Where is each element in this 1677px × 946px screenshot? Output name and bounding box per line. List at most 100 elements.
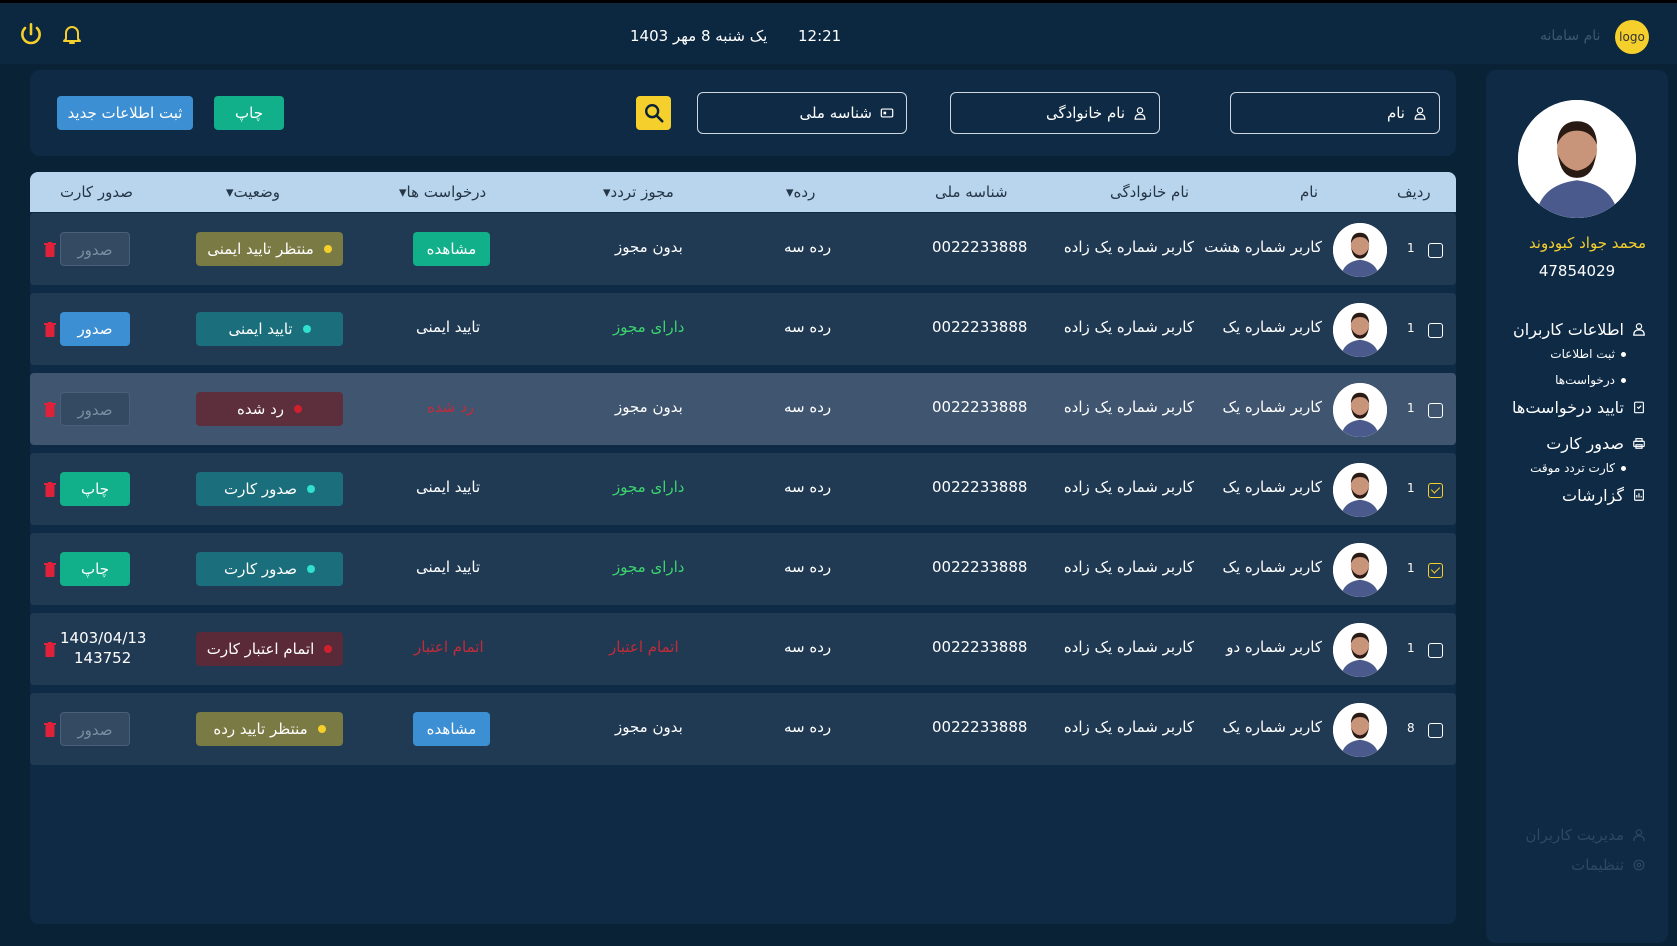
print-card-button[interactable]: چاپ <box>60 472 130 506</box>
row-name: کاربر شماره یک <box>1222 398 1322 416</box>
status-label: اتمام اعتبار کارت <box>206 640 315 658</box>
report-icon <box>1634 489 1644 501</box>
card-expiry-date: 1403/04/13 <box>60 629 147 647</box>
user-icon <box>1633 323 1645 336</box>
sidebar-bottom-menu: مدیریت کاربران تنظیمات <box>1525 820 1646 880</box>
header-family: نام خانوادگی <box>1110 183 1190 201</box>
header-status-filter[interactable]: ▾وضعیت <box>226 183 280 201</box>
view-button[interactable]: مشاهده <box>413 712 490 746</box>
sidebar-subitem-temp-card[interactable]: کارت تردد موقت <box>1486 458 1646 478</box>
row-avatar <box>1333 463 1387 517</box>
table-row[interactable]: 8 کاربر شماره یک کاربر شماره یک زاده 002… <box>30 693 1456 765</box>
sidebar-menu: اطلاعات کاربران ثبت اطلاعات درخواست‌ها ت… <box>1486 318 1646 510</box>
row-permit: بدون مجوز <box>615 398 683 416</box>
last-name-placeholder: نام خانوادگی <box>1045 104 1125 122</box>
print-button[interactable]: چاپ <box>214 96 284 130</box>
row-permit: بدون مجوز <box>615 718 683 736</box>
status-label: صدور کارت <box>224 560 297 578</box>
new-record-button[interactable]: ثبت اطلاعات جدید <box>57 96 193 130</box>
row-avatar <box>1333 623 1387 677</box>
table-row[interactable]: 1 کاربر شماره یک کاربر شماره یک زاده 002… <box>30 293 1456 365</box>
status-label: تایید ایمنی <box>228 320 293 338</box>
row-family: کاربر شماره یک زاده <box>1063 398 1194 416</box>
users-table: ردیف نام نام خانوادگی شناسه ملی ▾رده ▾مج… <box>30 172 1456 924</box>
sidebar-item-settings[interactable]: تنظیمات <box>1525 850 1646 880</box>
user-icon <box>1414 107 1426 120</box>
row-avatar <box>1333 383 1387 437</box>
row-request: اتمام اعتبار <box>414 638 484 656</box>
row-checkbox[interactable] <box>1428 243 1443 258</box>
status-label: صدور کارت <box>224 480 297 498</box>
row-number: 1 <box>1407 481 1415 495</box>
table-row[interactable]: 1 کاربر شماره یک کاربر شماره یک زاده 002… <box>30 533 1456 605</box>
bell-icon[interactable] <box>60 21 84 47</box>
row-name: کاربر شماره دو <box>1226 638 1322 656</box>
status-badge: منتظر تایید رده <box>196 712 343 746</box>
clipboard-icon <box>1634 401 1644 414</box>
trash-icon[interactable] <box>44 322 56 337</box>
row-nid: 0022233888 <box>932 558 1028 576</box>
header-permit-filter[interactable]: ▾مجوز تردد <box>603 183 674 201</box>
sidebar-item-card-issue[interactable]: صدور کارت <box>1486 432 1646 454</box>
issue-button[interactable]: صدور <box>60 312 130 346</box>
header-permit: مجوز تردد <box>610 183 674 201</box>
table-header: ردیف نام نام خانوادگی شناسه ملی ▾رده ▾مج… <box>30 172 1456 212</box>
trash-icon[interactable] <box>44 642 56 657</box>
header-level-filter[interactable]: ▾رده <box>786 183 815 201</box>
system-name: نام سامانه <box>1540 28 1601 44</box>
user-icon <box>1134 107 1146 120</box>
row-request: تایید ایمنی <box>416 478 481 496</box>
row-nid: 0022233888 <box>932 718 1028 736</box>
header-card: صدور کارت <box>60 183 133 201</box>
row-permit: دارای مجوز <box>613 478 685 496</box>
row-checkbox[interactable] <box>1428 403 1443 418</box>
national-id-field[interactable]: شناسه ملی <box>697 92 907 134</box>
header-requests-filter[interactable]: ▾درخواست ها <box>399 183 486 201</box>
search-button[interactable] <box>636 96 671 130</box>
sidebar-subitem-register[interactable]: ثبت اطلاعات <box>1486 344 1646 364</box>
trash-icon[interactable] <box>44 562 56 577</box>
trash-icon[interactable] <box>44 242 56 257</box>
row-family: کاربر شماره یک زاده <box>1063 558 1194 576</box>
issue-button[interactable]: صدور <box>60 392 130 426</box>
row-name: کاربر شماره یک <box>1222 718 1322 736</box>
first-name-field[interactable]: نام <box>1230 92 1440 134</box>
last-name-field[interactable]: نام خانوادگی <box>950 92 1160 134</box>
header-status: وضعیت <box>233 183 281 201</box>
row-family: کاربر شماره یک زاده <box>1063 318 1194 336</box>
row-checkbox[interactable] <box>1428 563 1443 578</box>
row-level: رده سه <box>784 558 832 576</box>
row-checkbox[interactable] <box>1428 723 1443 738</box>
sidebar-subitem-requests[interactable]: درخواست‌ها <box>1486 370 1646 390</box>
trash-icon[interactable] <box>44 482 56 497</box>
row-level: رده سه <box>784 638 832 656</box>
table-row[interactable]: 1 کاربر شماره یک کاربر شماره یک زاده 002… <box>30 453 1456 525</box>
print-card-button[interactable]: چاپ <box>60 552 130 586</box>
sidebar-item-users-info[interactable]: اطلاعات کاربران <box>1486 318 1646 340</box>
row-family: کاربر شماره یک زاده <box>1063 718 1194 736</box>
sidebar-item-reports[interactable]: گزارشات <box>1486 484 1646 506</box>
issue-button[interactable]: صدور <box>60 712 130 746</box>
row-level: رده سه <box>784 238 832 256</box>
sidebar-subitem-label: ثبت اطلاعات <box>1550 347 1615 361</box>
sidebar-item-approve-requests[interactable]: تایید درخواست‌ها <box>1486 396 1646 418</box>
view-button[interactable]: مشاهده <box>413 232 490 266</box>
logo: logo <box>1615 20 1649 54</box>
current-time: 12:21 <box>798 27 842 45</box>
row-level: رده سه <box>784 478 832 496</box>
table-row[interactable]: 1 کاربر شماره یک کاربر شماره یک زاده 002… <box>30 373 1456 445</box>
sidebar-item-user-management[interactable]: مدیریت کاربران <box>1525 820 1646 850</box>
trash-icon[interactable] <box>44 402 56 417</box>
row-checkbox[interactable] <box>1428 323 1443 338</box>
row-request: تایید ایمنی <box>416 318 481 336</box>
power-icon[interactable] <box>18 21 44 47</box>
table-row[interactable]: 1 کاربر شماره دو کاربر شماره یک زاده 002… <box>30 613 1456 685</box>
sidebar-item-label: مدیریت کاربران <box>1525 826 1624 844</box>
table-row[interactable]: 1 کاربر شماره هشت کاربر شماره یک زاده 00… <box>30 213 1456 285</box>
row-checkbox[interactable] <box>1428 643 1443 658</box>
issue-button[interactable]: صدور <box>60 232 130 266</box>
row-checkbox[interactable] <box>1428 483 1443 498</box>
trash-icon[interactable] <box>44 722 56 737</box>
status-badge: منتظر تایید ایمنی <box>196 232 343 266</box>
header-name: نام <box>1300 183 1319 201</box>
